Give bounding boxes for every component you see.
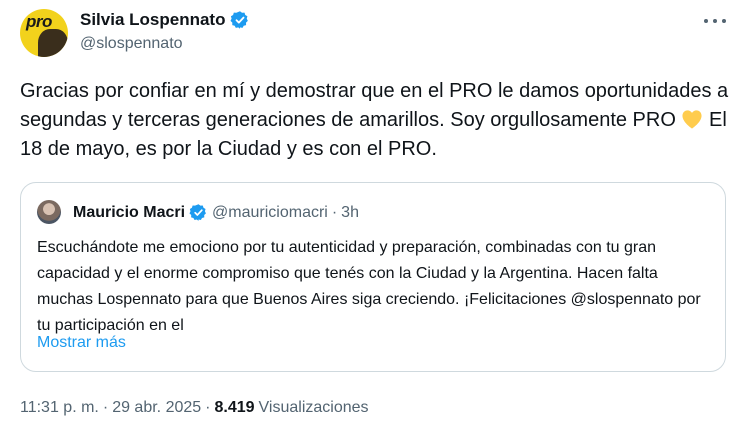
quoted-tweet-card[interactable]: Mauricio Macri @mauriciomacri · 3h Escuc… [20, 182, 726, 372]
author-name-label: Silvia Lospennato [80, 10, 226, 29]
tweet-time[interactable]: 11:31 p. m. [20, 399, 99, 417]
verified-badge-icon [189, 204, 206, 221]
quoted-timestamp: 3h [341, 203, 359, 221]
quoted-author-handle: @mauriciomacri [212, 203, 328, 221]
more-options-icon[interactable] [704, 14, 726, 28]
meta-separator: · [102, 399, 109, 416]
avatar-portrait [38, 29, 68, 57]
show-more-link[interactable]: Mostrar más [37, 334, 126, 352]
meta-separator: · [205, 399, 211, 416]
quoted-author-avatar [37, 200, 61, 224]
tweet-text-part-1: Gracias por confiar en mí y demostrar qu… [20, 80, 734, 131]
quoted-separator: · [331, 203, 338, 221]
tweet-date[interactable]: 29 abr. 2025 [112, 399, 201, 417]
verified-badge-icon [230, 11, 249, 29]
author-handle[interactable]: @slospennato [80, 35, 183, 53]
author-avatar[interactable]: pro [20, 9, 68, 57]
yellow-heart-emoji [682, 110, 703, 129]
quoted-author-name: Mauricio Macri [73, 203, 186, 221]
tweet-text: Gracias por confiar en mí y demostrar qu… [20, 77, 732, 164]
views-label: Visualizaciones [258, 399, 369, 416]
quoted-tweet-header: Mauricio Macri @mauriciomacri · 3h [73, 203, 359, 222]
views-count[interactable]: 8.419 [214, 399, 254, 417]
quoted-tweet-text: Escuchándote me emociono por tu autentic… [37, 239, 701, 334]
tweet-metadata: 11:31 p. m. · 29 abr. 2025 · 8.419 Visua… [20, 399, 369, 417]
author-name[interactable]: Silvia Lospennato [80, 10, 250, 30]
